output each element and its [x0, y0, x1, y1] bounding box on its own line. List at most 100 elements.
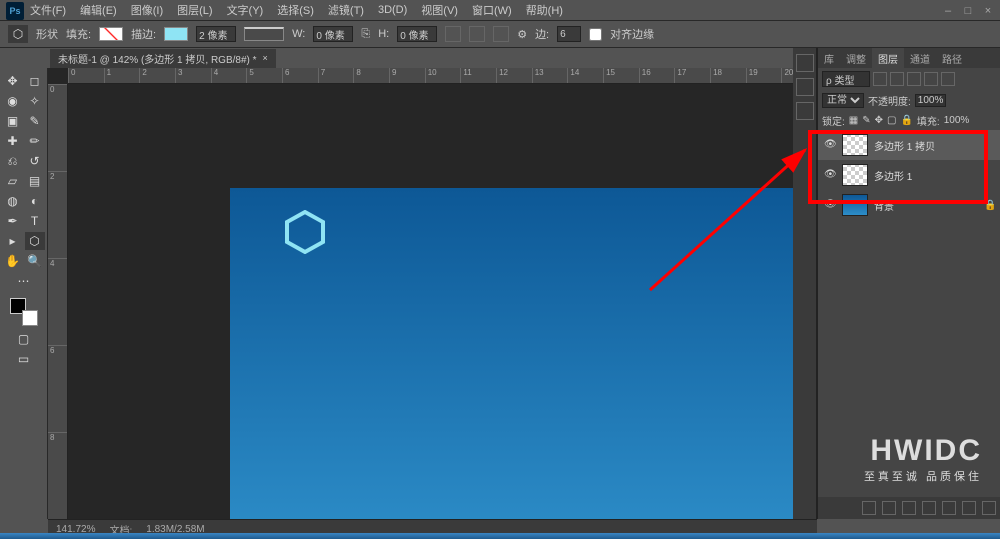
tab-close-icon[interactable]: × [263, 53, 268, 63]
collapsed-panel-icon[interactable] [796, 78, 814, 96]
filter-type-icon[interactable] [907, 72, 921, 86]
lasso-tool[interactable]: ◉ [3, 92, 23, 110]
tab-library[interactable]: 库 [818, 48, 840, 68]
layer-row[interactable]: 👁 多边形 1 拷贝 [818, 130, 1000, 160]
fill-swatch[interactable] [99, 27, 123, 41]
menu-help[interactable]: 帮助(H) [526, 2, 563, 18]
path-select-tool[interactable]: ▸ [3, 232, 23, 250]
tab-paths[interactable]: 路径 [936, 48, 968, 68]
hexagon-shape[interactable] [285, 210, 325, 254]
stroke-style[interactable] [244, 27, 284, 41]
layer-name[interactable]: 背景 [874, 198, 894, 213]
stamp-tool[interactable]: ⎌ [3, 152, 23, 170]
shape-tool[interactable]: ⬡ [25, 232, 45, 250]
quickmask-icon[interactable]: ▢ [14, 330, 34, 348]
filter-shape-icon[interactable] [924, 72, 938, 86]
background-swatch[interactable] [22, 310, 38, 326]
sides-field[interactable] [557, 26, 581, 42]
lock-transparency-icon[interactable]: ▦ [849, 115, 858, 126]
filter-adjust-icon[interactable] [890, 72, 904, 86]
blur-tool[interactable]: ◍ [3, 192, 23, 210]
menu-type[interactable]: 文字(Y) [227, 2, 264, 18]
canvas[interactable] [230, 188, 817, 519]
eraser-tool[interactable]: ▱ [3, 172, 23, 190]
shape-mode-select[interactable]: 形状 [36, 26, 58, 42]
layer-thumb[interactable] [842, 164, 868, 186]
layer-name[interactable]: 多边形 1 拷贝 [874, 138, 935, 153]
menu-image[interactable]: 图像(I) [131, 2, 163, 18]
filter-smart-icon[interactable] [941, 72, 955, 86]
menu-layer[interactable]: 图层(L) [177, 2, 212, 18]
delete-layer-icon[interactable] [982, 501, 996, 515]
layer-thumb[interactable] [842, 194, 868, 216]
align-icon[interactable] [469, 26, 485, 42]
history-brush-tool[interactable]: ↺ [25, 152, 45, 170]
ruler-horizontal[interactable]: 01234567891011121314151617181920 [68, 68, 817, 84]
visibility-icon[interactable]: 👁 [824, 169, 836, 181]
layer-thumb[interactable] [842, 134, 868, 156]
wand-tool[interactable]: ✧ [25, 92, 45, 110]
crop-tool[interactable]: ▣ [3, 112, 23, 130]
menu-filter[interactable]: 滤镜(T) [328, 2, 364, 18]
visibility-icon[interactable]: 👁 [824, 139, 836, 151]
opacity-value[interactable]: 100% [915, 94, 947, 107]
tab-layers[interactable]: 图层 [872, 48, 904, 68]
menu-edit[interactable]: 编辑(E) [80, 2, 117, 18]
type-tool[interactable]: T [25, 212, 45, 230]
lock-all-icon[interactable]: 🔒 [900, 115, 912, 126]
stroke-width-field[interactable] [196, 26, 236, 42]
collapsed-panel-icon[interactable] [796, 102, 814, 120]
pen-tool[interactable]: ✒ [3, 212, 23, 230]
window-minimize[interactable]: – [942, 5, 954, 15]
brush-tool[interactable]: ✏ [25, 132, 45, 150]
layer-row[interactable]: 👁 背景 🔒 [818, 190, 1000, 220]
more-tools[interactable]: ⋯ [14, 272, 34, 290]
stroke-swatch[interactable] [164, 27, 188, 41]
new-layer-icon[interactable] [962, 501, 976, 515]
filter-pixel-icon[interactable] [873, 72, 887, 86]
menu-window[interactable]: 窗口(W) [472, 2, 512, 18]
align-edges-checkbox[interactable] [589, 28, 602, 41]
layer-fx-icon[interactable] [882, 501, 896, 515]
adjustment-layer-icon[interactable] [922, 501, 936, 515]
lock-position-icon[interactable]: ✥ [875, 115, 883, 126]
gear-icon[interactable]: ⚙ [517, 28, 527, 41]
eyedropper-tool[interactable]: ✎ [25, 112, 45, 130]
gradient-tool[interactable]: ▤ [25, 172, 45, 190]
arrange-icon[interactable] [493, 26, 509, 42]
link-wh-icon[interactable]: ⎘ [361, 28, 370, 41]
move-tool[interactable]: ✥ [3, 72, 23, 90]
h-field[interactable] [397, 26, 437, 42]
layer-fill-value[interactable]: 100% [944, 115, 970, 126]
tab-adjustments[interactable]: 调整 [840, 48, 872, 68]
document-tab[interactable]: 未标题-1 @ 142% (多边形 1 拷贝, RGB/8#) * × [50, 49, 276, 68]
link-layers-icon[interactable] [862, 501, 876, 515]
lock-brush-icon[interactable]: ✎ [862, 115, 870, 126]
lock-artboard-icon[interactable]: ▢ [887, 115, 896, 126]
ruler-vertical[interactable]: 02468 [48, 84, 68, 519]
hand-tool[interactable]: ✋ [3, 252, 23, 270]
polygon-tool-icon[interactable]: ⬡ [8, 25, 28, 43]
menu-file[interactable]: 文件(F) [30, 2, 66, 18]
tab-channels[interactable]: 通道 [904, 48, 936, 68]
menu-select[interactable]: 选择(S) [277, 2, 314, 18]
color-swatches[interactable] [10, 298, 38, 326]
layer-name[interactable]: 多边形 1 [874, 168, 912, 183]
menu-view[interactable]: 视图(V) [421, 2, 458, 18]
collapsed-panel-icon[interactable] [796, 54, 814, 72]
path-ops-icon[interactable] [445, 26, 461, 42]
marquee-tool[interactable]: ◻ [25, 72, 45, 90]
w-field[interactable] [313, 26, 353, 42]
menu-3d[interactable]: 3D(D) [378, 4, 407, 16]
blend-mode-select[interactable]: 正常 [822, 93, 864, 108]
window-maximize[interactable]: □ [962, 5, 974, 15]
heal-tool[interactable]: ✚ [3, 132, 23, 150]
window-close[interactable]: × [982, 5, 994, 15]
zoom-tool[interactable]: 🔍 [25, 252, 45, 270]
layer-mask-icon[interactable] [902, 501, 916, 515]
new-group-icon[interactable] [942, 501, 956, 515]
dodge-tool[interactable]: ◐ [25, 192, 45, 210]
layer-row[interactable]: 👁 多边形 1 [818, 160, 1000, 190]
screenmode-icon[interactable]: ▭ [14, 350, 34, 368]
filter-type-select[interactable]: ρ 类型 [822, 71, 870, 87]
